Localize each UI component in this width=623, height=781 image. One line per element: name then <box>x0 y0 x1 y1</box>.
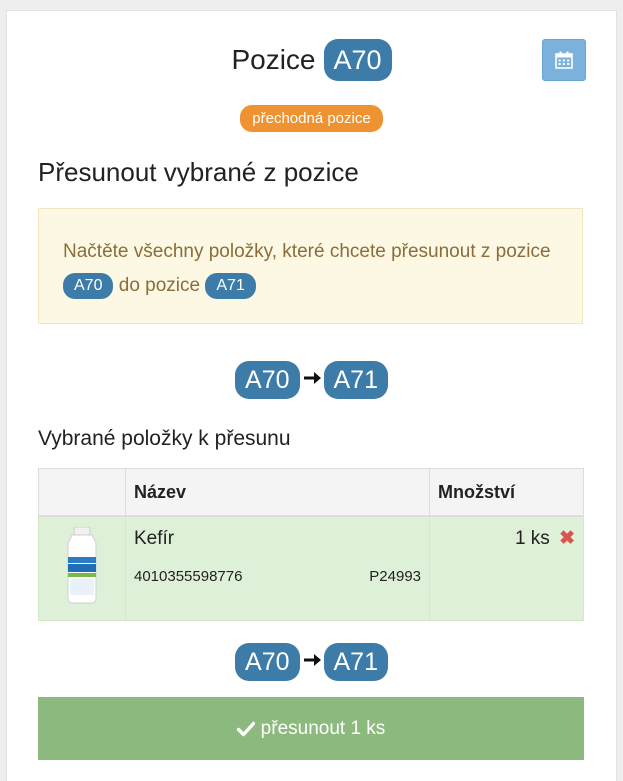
position-header: Pozice A70 <box>7 39 616 81</box>
arrow-right-icon <box>302 651 322 674</box>
column-header-quantity: Množství <box>429 468 584 517</box>
alert-text-middle: do pozice <box>118 275 201 296</box>
page-title: Pozice A70 <box>231 39 392 81</box>
arrow-right-icon <box>302 369 322 392</box>
kefir-bottle-image <box>67 526 97 604</box>
move-submit-label: přesunout 1 ks <box>260 717 386 739</box>
items-section-title: Vybrané položky k přesunu <box>38 427 291 450</box>
column-header-image <box>38 468 126 517</box>
status-badge: přechodná pozice <box>240 105 383 132</box>
from-position-badge: A70 <box>63 273 114 299</box>
route-indicator-bottom: A70 A71 <box>7 643 616 681</box>
calendar-button[interactable] <box>542 39 586 81</box>
route-indicator-top: A70 A71 <box>7 361 616 399</box>
table-header-row: Název Množství <box>38 468 584 517</box>
calendar-icon <box>555 51 573 69</box>
route-to-badge: A71 <box>323 361 388 399</box>
instruction-alert: Načtěte všechny položky, které chcete př… <box>38 208 583 324</box>
to-position-badge: A71 <box>205 273 256 299</box>
status-pill-row: přechodná pozice <box>7 105 616 132</box>
move-submit-button[interactable]: přesunout 1 ks <box>38 697 584 760</box>
selected-items-table: Název Množství Kefír 4010355598776 P2499… <box>38 468 584 621</box>
product-code: P24993 <box>369 568 421 585</box>
alert-text-prefix: Načtěte všechny položky, které chcete př… <box>63 241 551 262</box>
move-panel: Pozice A70 přechodná pozice Přesunout vy… <box>6 10 617 781</box>
quantity-cell: 1 ks ✖ <box>429 515 584 621</box>
column-header-name: Název <box>125 468 430 517</box>
product-info-cell: Kefír 4010355598776 P24993 <box>125 515 430 621</box>
product-name: Kefír <box>134 528 175 549</box>
route-to-badge: A71 <box>323 643 388 681</box>
position-badge: A70 <box>323 39 392 81</box>
route-from-badge: A70 <box>235 361 300 399</box>
table-row: Kefír 4010355598776 P24993 1 ks ✖ <box>38 515 584 621</box>
remove-icon[interactable]: ✖ <box>559 528 575 549</box>
check-icon <box>236 721 255 736</box>
item-quantity: 1 ks <box>514 528 550 549</box>
move-section-title: Přesunout vybrané z pozice <box>38 157 359 187</box>
product-image-cell <box>38 515 126 621</box>
route-from-badge: A70 <box>235 643 300 681</box>
position-label: Pozice <box>231 44 316 75</box>
product-ean: 4010355598776 <box>134 568 243 585</box>
